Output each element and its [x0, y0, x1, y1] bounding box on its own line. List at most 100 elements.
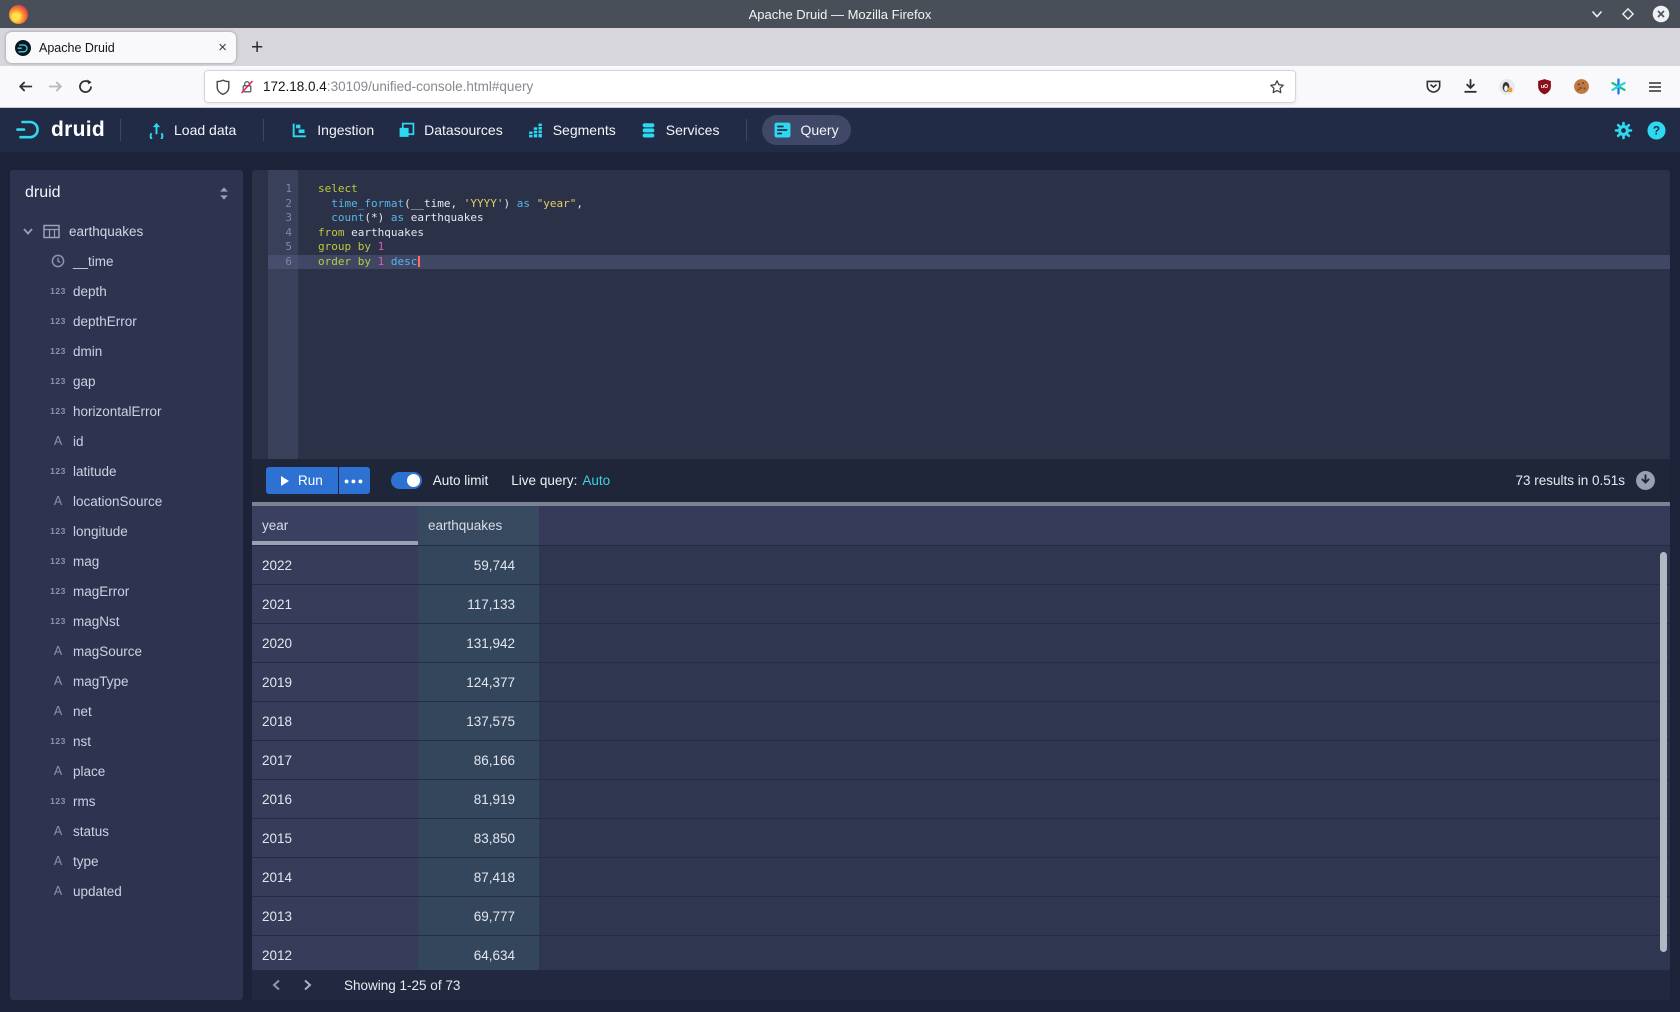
sidebar-column-magSource[interactable]: AmagSource	[10, 636, 243, 666]
cell-year[interactable]: 2022	[252, 546, 418, 584]
chevron-down-icon[interactable]	[22, 225, 34, 237]
shield-icon[interactable]	[215, 79, 231, 95]
url-bar[interactable]: 172.18.0.4:30109/unified-console.html#qu…	[204, 70, 1296, 103]
cell-year[interactable]: 2021	[252, 585, 418, 623]
sidebar-column-type[interactable]: Atype	[10, 846, 243, 876]
cell-year[interactable]: 2016	[252, 780, 418, 818]
sidebar-column-latitude[interactable]: 123latitude	[10, 456, 243, 486]
nav-item-load-data[interactable]: Load data	[136, 115, 248, 145]
sidebar-column-locationSource[interactable]: AlocationSource	[10, 486, 243, 516]
code-line-6[interactable]: 6order by 1 desc	[252, 255, 1670, 270]
cell-year[interactable]: 2018	[252, 702, 418, 740]
live-query-value[interactable]: Auto	[582, 473, 610, 488]
sidebar-column-dmin[interactable]: 123dmin	[10, 336, 243, 366]
sidebar-column-nst[interactable]: 123nst	[10, 726, 243, 756]
table-row[interactable]: 202259,744	[252, 545, 1670, 584]
sidebar-column-gap[interactable]: 123gap	[10, 366, 243, 396]
nav-item-datasources[interactable]: Datasources	[386, 115, 515, 145]
cell-earthquakes[interactable]: 64,634	[418, 936, 539, 970]
sidebar-column-__time[interactable]: __time	[10, 246, 243, 276]
auto-limit-toggle[interactable]	[391, 472, 422, 489]
table-row[interactable]: 201264,634	[252, 935, 1670, 970]
cell-earthquakes[interactable]: 86,166	[418, 741, 539, 779]
sidebar-column-depthError[interactable]: 123depthError	[10, 306, 243, 336]
extension-asterisk-icon[interactable]	[1603, 72, 1633, 102]
cell-earthquakes[interactable]: 83,850	[418, 819, 539, 857]
cell-year[interactable]: 2012	[252, 936, 418, 970]
window-minimize-icon[interactable]	[1590, 7, 1604, 21]
cell-earthquakes[interactable]: 117,133	[418, 585, 539, 623]
sidebar-column-net[interactable]: Anet	[10, 696, 243, 726]
back-icon[interactable]	[10, 72, 40, 102]
code-line-2[interactable]: 2 time_format(__time, 'YYYY') as "year",	[252, 197, 1670, 212]
sidebar-table-earthquakes[interactable]: earthquakes	[10, 216, 243, 246]
download-results-icon[interactable]	[1635, 470, 1656, 491]
downloads-icon[interactable]	[1455, 72, 1485, 102]
sidebar-column-place[interactable]: Aplace	[10, 756, 243, 786]
cell-earthquakes[interactable]: 69,777	[418, 897, 539, 935]
settings-gear-icon[interactable]	[1614, 121, 1633, 140]
sidebar-column-updated[interactable]: Aupdated	[10, 876, 243, 906]
schema-select-caret-icon[interactable]	[217, 186, 231, 201]
extension-profile-icon[interactable]	[1492, 72, 1522, 102]
sidebar-column-status[interactable]: Astatus	[10, 816, 243, 846]
sidebar-column-id[interactable]: Aid	[10, 426, 243, 456]
forward-icon[interactable]	[40, 72, 70, 102]
table-scrollbar[interactable]	[1660, 552, 1667, 952]
cell-earthquakes[interactable]: 131,942	[418, 624, 539, 662]
cell-year[interactable]: 2014	[252, 858, 418, 896]
run-button[interactable]: Run	[266, 467, 338, 494]
page-previous-icon[interactable]	[262, 978, 292, 992]
nav-item-ingestion[interactable]: Ingestion	[279, 115, 386, 145]
sidebar-column-magType[interactable]: AmagType	[10, 666, 243, 696]
sidebar-column-magError[interactable]: 123magError	[10, 576, 243, 606]
window-maximize-icon[interactable]	[1621, 7, 1635, 21]
nav-item-services[interactable]: Services	[628, 115, 732, 145]
code-line-3[interactable]: 3 count(*) as earthquakes	[252, 211, 1670, 226]
table-row[interactable]: 201369,777	[252, 896, 1670, 935]
cell-earthquakes[interactable]: 137,575	[418, 702, 539, 740]
sidebar-column-magNst[interactable]: 123magNst	[10, 606, 243, 636]
table-row[interactable]: 2020131,942	[252, 623, 1670, 662]
run-more-button[interactable]: ●●●	[339, 467, 370, 494]
table-row[interactable]: 201786,166	[252, 740, 1670, 779]
sidebar-column-longitude[interactable]: 123longitude	[10, 516, 243, 546]
table-row[interactable]: 201583,850	[252, 818, 1670, 857]
new-tab-button[interactable]: +	[251, 37, 263, 58]
code-line-5[interactable]: 5group by 1	[252, 240, 1670, 255]
cell-earthquakes[interactable]: 59,744	[418, 546, 539, 584]
table-row[interactable]: 2021117,133	[252, 584, 1670, 623]
sql-editor[interactable]: 1select2 time_format(__time, 'YYYY') as …	[252, 170, 1670, 459]
table-row[interactable]: 201487,418	[252, 857, 1670, 896]
pocket-icon[interactable]	[1418, 72, 1448, 102]
extension-cookie-icon[interactable]	[1566, 72, 1596, 102]
cell-earthquakes[interactable]: 124,377	[418, 663, 539, 701]
cell-year[interactable]: 2020	[252, 624, 418, 662]
sidebar-column-horizontalError[interactable]: 123horizontalError	[10, 396, 243, 426]
page-next-icon[interactable]	[292, 978, 322, 992]
cell-year[interactable]: 2015	[252, 819, 418, 857]
extension-ublock-icon[interactable]: uO	[1529, 72, 1559, 102]
sidebar-column-depth[interactable]: 123depth	[10, 276, 243, 306]
sidebar-column-rms[interactable]: 123rms	[10, 786, 243, 816]
cell-year[interactable]: 2013	[252, 897, 418, 935]
column-header-year[interactable]: year	[252, 506, 418, 545]
cell-earthquakes[interactable]: 81,919	[418, 780, 539, 818]
nav-item-segments[interactable]: Segments	[515, 115, 628, 145]
bookmark-star-icon[interactable]	[1269, 79, 1285, 95]
druid-logo[interactable]: druid	[14, 117, 105, 143]
code-line-1[interactable]: 1select	[252, 182, 1670, 197]
menu-hamburger-icon[interactable]	[1640, 72, 1670, 102]
lock-insecure-icon[interactable]	[239, 79, 255, 95]
column-header-earthquakes[interactable]: earthquakes	[418, 506, 539, 545]
table-row[interactable]: 2019124,377	[252, 662, 1670, 701]
table-row[interactable]: 2018137,575	[252, 701, 1670, 740]
cell-year[interactable]: 2017	[252, 741, 418, 779]
table-row[interactable]: 201681,919	[252, 779, 1670, 818]
tab-close-icon[interactable]: ×	[218, 40, 227, 55]
code-line-4[interactable]: 4from earthquakes	[252, 226, 1670, 241]
reload-icon[interactable]	[70, 72, 100, 102]
browser-tab[interactable]: Apache Druid ×	[6, 32, 236, 63]
cell-earthquakes[interactable]: 87,418	[418, 858, 539, 896]
nav-item-query[interactable]: Query	[762, 115, 850, 145]
